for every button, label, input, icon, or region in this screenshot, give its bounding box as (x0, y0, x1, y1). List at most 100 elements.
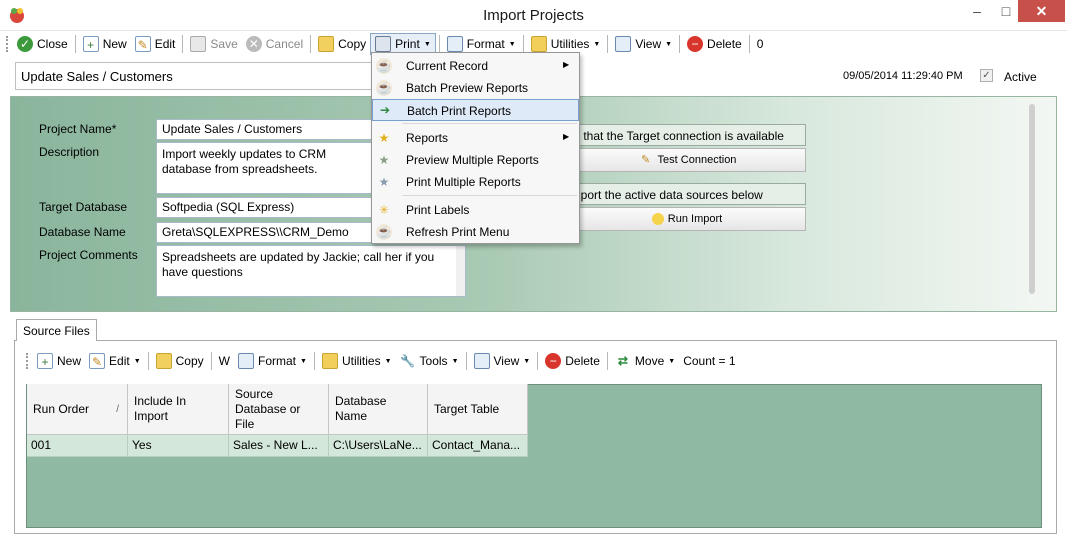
edit-label: Edit (154, 37, 176, 51)
wand-icon: ✎ (640, 154, 651, 166)
column-header-database-name[interactable]: Database Name (329, 384, 428, 435)
menu-item-batch-preview[interactable]: ☕ Batch Preview Reports (372, 77, 579, 99)
database-name-input[interactable]: Greta\SQLEXPRESS\\CRM_Demo (156, 222, 373, 243)
source-utilities-label: Utilities (341, 354, 381, 368)
close-button[interactable]: ✓ Close (13, 33, 72, 55)
tab-source-files[interactable]: Source Files (16, 319, 97, 341)
new-button[interactable]: + New (79, 33, 131, 55)
description-label: Description (39, 145, 100, 159)
stars-icon: ★ (378, 153, 390, 167)
column-header-include[interactable]: Include In Import (128, 384, 229, 435)
column-header-label: Run Order (33, 401, 90, 416)
source-tools-button[interactable]: 🔧 Tools ▼ (396, 350, 463, 372)
source-delete-button[interactable]: − Delete (541, 350, 604, 372)
menu-item-preview-multiple[interactable]: ★ Preview Multiple Reports (372, 149, 579, 171)
menu-label: Batch Preview Reports (406, 81, 529, 95)
source-tools-label: Tools (419, 354, 448, 368)
copy-icon (155, 353, 172, 369)
submenu-arrow-icon: ▶ (563, 132, 570, 141)
source-view-button[interactable]: View ▼ (470, 350, 535, 372)
table-cell[interactable]: Yes (128, 435, 229, 457)
separator (182, 35, 184, 53)
cup-icon: ☕ (376, 80, 392, 96)
edit-button[interactable]: ✎ Edit (131, 33, 180, 55)
source-new-button[interactable]: + New (33, 350, 85, 372)
panel-scrollbar[interactable] (1028, 104, 1036, 300)
table-cell[interactable]: 001 (27, 435, 128, 457)
run-import-button[interactable]: Run Import (568, 207, 806, 231)
menu-label: Print Multiple Reports (406, 175, 521, 189)
menu-label: Current Record (406, 59, 489, 73)
separator (679, 35, 681, 53)
delete-button[interactable]: − Delete (683, 33, 746, 55)
separator (210, 352, 212, 370)
source-edit-button[interactable]: ✎ Edit ▼ (85, 350, 145, 372)
project-comments-label: Project Comments (39, 248, 138, 262)
table-cell[interactable]: C:\Users\LaNe... (329, 435, 428, 457)
menu-label: Preview Multiple Reports (406, 153, 539, 167)
source-utilities-button[interactable]: Utilities ▼ (318, 350, 396, 372)
format-label: Format (466, 37, 505, 51)
menu-item-print-multiple[interactable]: ★ Print Multiple Reports (372, 171, 579, 193)
comments-scrollbar[interactable] (456, 246, 465, 296)
minimize-button[interactable]: – (962, 0, 992, 22)
test-connection-button[interactable]: ✎ Test Connection (568, 148, 806, 172)
separator (537, 352, 539, 370)
separator (748, 35, 750, 53)
source-format-button[interactable]: Format ▼ (234, 350, 311, 372)
maximize-button[interactable]: □ (991, 0, 1021, 22)
check-icon: ✓ (17, 36, 33, 52)
new-document-icon: + (37, 353, 53, 369)
menu-item-print-labels[interactable]: ✳ Print Labels (372, 199, 579, 221)
menu-item-reports[interactable]: ★ Reports ▶ (372, 127, 579, 149)
lightbulb-icon (651, 213, 664, 225)
menu-separator (402, 123, 577, 124)
source-count-label: Count = 1 (683, 354, 736, 368)
column-header-run-order[interactable]: Run Order / (27, 384, 128, 435)
run-import-label: Run Import (667, 213, 723, 225)
close-window-button[interactable]: ✕ (1018, 0, 1065, 22)
sort-icon: / (116, 403, 119, 415)
column-header-target-table[interactable]: Target Table (428, 384, 528, 435)
column-header-source[interactable]: Source Database or File (229, 384, 329, 435)
copy-icon (318, 36, 335, 52)
project-header-field: Update Sales / Customers (15, 62, 386, 90)
view-button[interactable]: View ▼ (611, 33, 676, 55)
save-label: Save (210, 37, 238, 51)
save-button[interactable]: Save (186, 33, 241, 55)
table-cell[interactable]: Contact_Mana... (428, 435, 528, 457)
separator (310, 35, 312, 53)
cancel-button[interactable]: ✕ Cancel (242, 33, 307, 55)
source-new-label: New (57, 354, 82, 368)
source-copy-button[interactable]: Copy (152, 350, 208, 372)
menu-item-refresh-print-menu[interactable]: ☕ Refresh Print Menu (372, 221, 579, 243)
verify-connection-text: y that the Target connection is availabl… (568, 124, 806, 146)
toolbar-grip[interactable] (26, 353, 29, 369)
menu-label: Print Labels (406, 203, 470, 217)
print-label: Print (395, 37, 420, 51)
table-cell[interactable]: Sales - New L... (229, 435, 329, 457)
stars-icon: ★ (378, 175, 390, 189)
separator (147, 352, 149, 370)
menu-item-batch-print[interactable]: ➔ Batch Print Reports (372, 99, 579, 121)
copy-button[interactable]: Copy (314, 33, 370, 55)
project-name-label: Project Name* (39, 122, 117, 136)
source-w-button[interactable]: W (215, 350, 234, 372)
description-input[interactable]: Import weekly updates to CRM database fr… (156, 142, 373, 194)
toolbar-grip[interactable] (6, 36, 9, 52)
chevron-down-icon: ▼ (451, 357, 459, 365)
menu-item-current-record[interactable]: ☕ Current Record ▶ (372, 55, 579, 77)
project-name-input[interactable]: Update Sales / Customers (156, 119, 373, 140)
grid-view-icon (615, 36, 632, 52)
separator (438, 35, 440, 53)
active-checkbox[interactable]: ✓ (980, 69, 993, 82)
source-move-button[interactable]: ⇄ Move ▼ (611, 350, 679, 372)
target-database-select[interactable]: Softpedia (SQL Express) (156, 197, 373, 218)
edit-icon: ✎ (89, 353, 106, 369)
project-comments-input[interactable]: Spreadsheets are updated by Jackie; call… (156, 245, 466, 297)
scroll-thumb[interactable] (1029, 104, 1035, 294)
print-menu: ☕ Current Record ▶ ☕ Batch Preview Repor… (371, 52, 580, 244)
chevron-down-icon: ▼ (384, 357, 392, 365)
import-info-text: nport the active data sources below (568, 183, 806, 205)
edit-icon: ✎ (134, 36, 151, 52)
